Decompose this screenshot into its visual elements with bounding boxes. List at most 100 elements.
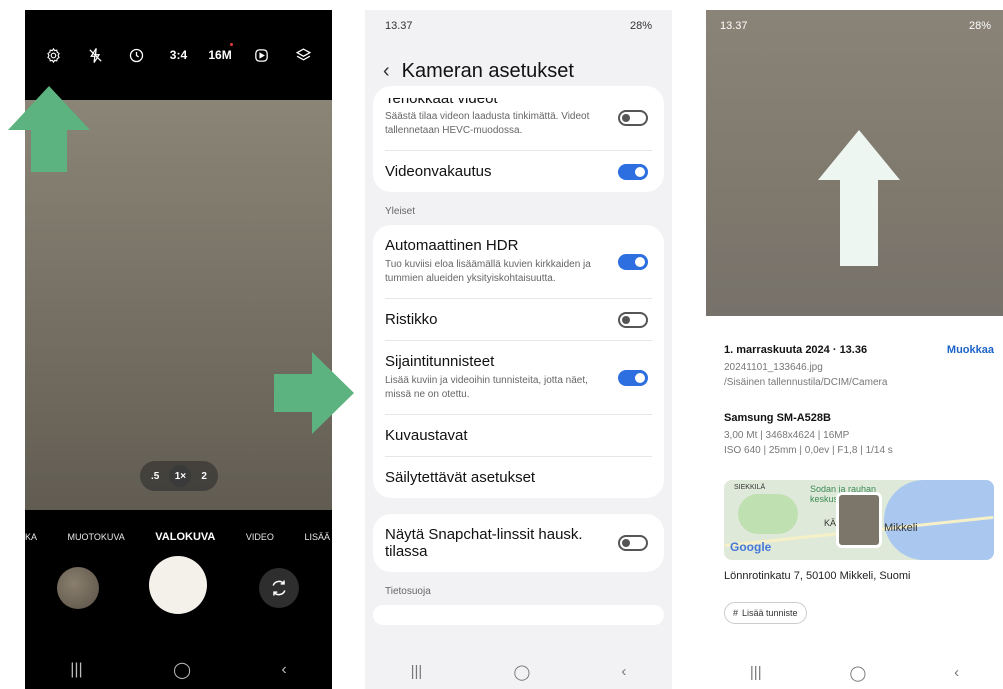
system-nav-bar: ||| ◯ ‹ — [365, 654, 672, 689]
toggle-switch[interactable] — [618, 535, 648, 551]
gear-icon[interactable] — [40, 41, 68, 69]
photo-date: 1. marraskuuta 2024 · 13.36 — [724, 344, 868, 356]
mode-item-active[interactable]: VALOKUVA — [155, 531, 215, 543]
setting-auto-hdr[interactable]: Automaattinen HDR Tuo kuviisi eloa lisää… — [385, 225, 652, 299]
zoom-option-1x[interactable]: 1× — [169, 465, 192, 487]
mode-item[interactable]: LISÄÄ — [304, 532, 330, 542]
system-nav-bar: ||| ◯ ‹ — [706, 656, 1003, 689]
setting-efficient-video[interactable]: Tehokkaat videot Säästä tilaa videon laa… — [385, 86, 652, 151]
map-label: KÄ — [824, 518, 837, 528]
back-button[interactable]: ‹ — [281, 661, 286, 679]
add-tag-label: Lisää tunniste — [742, 608, 798, 618]
setting-subtitle: Säästä tilaa videon laadusta tinkimättä.… — [385, 111, 590, 136]
setting-title: Näytä Snapchat-linssit hausk. tilassa — [385, 526, 583, 560]
location-map[interactable]: SIEKKILÄ Sodan ja rauhan keskus KÄ Mikke… — [724, 480, 994, 560]
zoom-option-2[interactable]: 2 — [201, 471, 207, 482]
camera-settings-screen: 13.37 28% ‹ Kameran asetukset Tehokkaat … — [365, 10, 672, 689]
new-indicator-dot — [230, 43, 234, 46]
settings-list: Tehokkaat videot Säästä tilaa videon laa… — [365, 86, 672, 625]
status-battery: 28% — [629, 20, 652, 32]
rotate-camera-icon — [272, 580, 286, 596]
page-header: ‹ Kameran asetukset — [383, 60, 574, 83]
setting-title: Kuvaustavat — [385, 427, 468, 444]
section-header: Tietosuoja — [385, 586, 431, 597]
file-path: /Sisäinen tallennustila/DCIM/Camera — [724, 377, 888, 388]
setting-shooting-methods[interactable]: Kuvaustavat — [385, 415, 652, 457]
system-nav-bar: ||| ◯ ‹ — [25, 650, 332, 689]
gallery-thumbnail[interactable] — [57, 567, 99, 609]
toggle-switch[interactable] — [618, 311, 648, 328]
date-row: 1. marraskuuta 2024 · 13.36 Muokkaa — [724, 344, 994, 356]
file-name: 20241101_133646.jpg — [724, 362, 823, 373]
camera-specs: ISO 640 | 25mm | 0,0ev | F1,8 | 1/14 s — [724, 445, 893, 456]
toggle-switch[interactable] — [618, 369, 648, 386]
recent-apps-button[interactable]: ||| — [411, 663, 423, 680]
setting-grid-lines[interactable]: Ristikko — [385, 299, 652, 341]
back-arrow-icon[interactable]: ‹ — [383, 60, 390, 83]
filters-icon[interactable] — [289, 41, 317, 69]
toggle-switch[interactable] — [618, 110, 648, 126]
setting-title: Automaattinen HDR — [385, 237, 519, 254]
map-label: SIEKKILÄ — [734, 484, 766, 491]
google-logo: Google — [730, 540, 772, 554]
switch-camera-button[interactable] — [259, 568, 299, 608]
mode-item[interactable]: MUOTOKUVA — [68, 532, 125, 542]
recent-apps-button[interactable]: ||| — [750, 664, 762, 681]
settings-card: Näytä Snapchat-linssit hausk. tilassa — [373, 514, 664, 572]
status-bar: 13.37 28% — [365, 10, 672, 42]
page-title: Kameran asetukset — [401, 60, 574, 82]
setting-subtitle: Lisää kuviin ja videoihin tunnisteita, j… — [385, 375, 588, 400]
mode-item[interactable]: KA — [25, 532, 37, 542]
edit-button[interactable]: Muokkaa — [947, 344, 994, 356]
resolution-label: 16M — [208, 48, 232, 62]
toggle-switch[interactable] — [618, 163, 648, 180]
arrow-right-icon — [274, 352, 354, 434]
setting-settings-to-keep[interactable]: Säilytettävät asetukset — [385, 457, 652, 498]
recent-apps-button[interactable]: ||| — [70, 661, 82, 679]
setting-snapchat-lenses[interactable]: Näytä Snapchat-linssit hausk. tilassa — [385, 514, 652, 572]
zoom-option-0-5[interactable]: .5 — [151, 471, 159, 482]
arrow-up-icon — [8, 86, 90, 172]
screenshot-stage: 3:4 16M .5 1× 2 KA MUOTOKUVA VALOKUVA VI… — [0, 0, 1003, 689]
setting-title: Säilytettävät asetukset — [385, 469, 536, 486]
map-photo-pin[interactable] — [836, 492, 882, 548]
back-button[interactable]: ‹ — [621, 663, 626, 680]
flash-off-icon[interactable] — [81, 41, 109, 69]
home-button[interactable]: ◯ — [849, 664, 866, 682]
timer-icon[interactable] — [123, 41, 151, 69]
photo-details-screen: 13.37 28% 1. marraskuuta 2024 · 13.36 Mu… — [706, 10, 1003, 689]
setting-title: Videonvakautus — [385, 163, 492, 180]
resolution-button[interactable]: 16M — [206, 41, 234, 69]
home-button[interactable]: ◯ — [173, 660, 191, 680]
aspect-ratio-button[interactable]: 3:4 — [164, 41, 192, 69]
settings-card-partial — [373, 605, 664, 625]
hashtag-icon: # — [733, 608, 739, 618]
status-time: 13.37 — [720, 20, 748, 32]
location-address: Lönnrotinkatu 7, 50100 Mikkeli, Suomi — [724, 570, 911, 582]
home-button[interactable]: ◯ — [513, 663, 530, 681]
add-tag-button[interactable]: # Lisää tunniste — [724, 602, 807, 624]
photo-info: 1. marraskuuta 2024 · 13.36 Muokkaa 2024… — [724, 344, 994, 458]
camera-mode-bar: KA MUOTOKUVA VALOKUVA VIDEO LISÄÄ — [25, 526, 332, 548]
shutter-button[interactable] — [149, 556, 207, 614]
arrow-up-icon — [818, 130, 900, 266]
toggle-switch[interactable] — [618, 253, 648, 270]
status-time: 13.37 — [385, 20, 413, 32]
status-battery: 28% — [968, 20, 991, 32]
setting-subtitle: Tuo kuviisi eloa lisäämällä kuvien kirkk… — [385, 259, 591, 284]
setting-title: Sijaintitunnisteet — [385, 353, 495, 370]
back-button[interactable]: ‹ — [954, 664, 959, 681]
map-label: Mikkeli — [884, 522, 918, 534]
setting-title: Ristikko — [385, 311, 438, 328]
status-bar: 13.37 28% — [706, 10, 1003, 42]
mode-item[interactable]: VIDEO — [246, 532, 274, 542]
zoom-selector: .5 1× 2 — [140, 461, 218, 491]
settings-card: Automaattinen HDR Tuo kuviisi eloa lisää… — [373, 225, 664, 498]
map-park — [738, 494, 798, 534]
settings-card: Tehokkaat videot Säästä tilaa videon laa… — [373, 86, 664, 192]
setting-title: Tehokkaat videot — [385, 98, 606, 106]
motion-photo-icon[interactable] — [248, 41, 276, 69]
setting-video-stabilization[interactable]: Videonvakautus — [385, 151, 652, 192]
setting-location-tags[interactable]: Sijaintitunnisteet Lisää kuviin ja video… — [385, 341, 652, 415]
section-header: Yleiset — [385, 206, 416, 217]
